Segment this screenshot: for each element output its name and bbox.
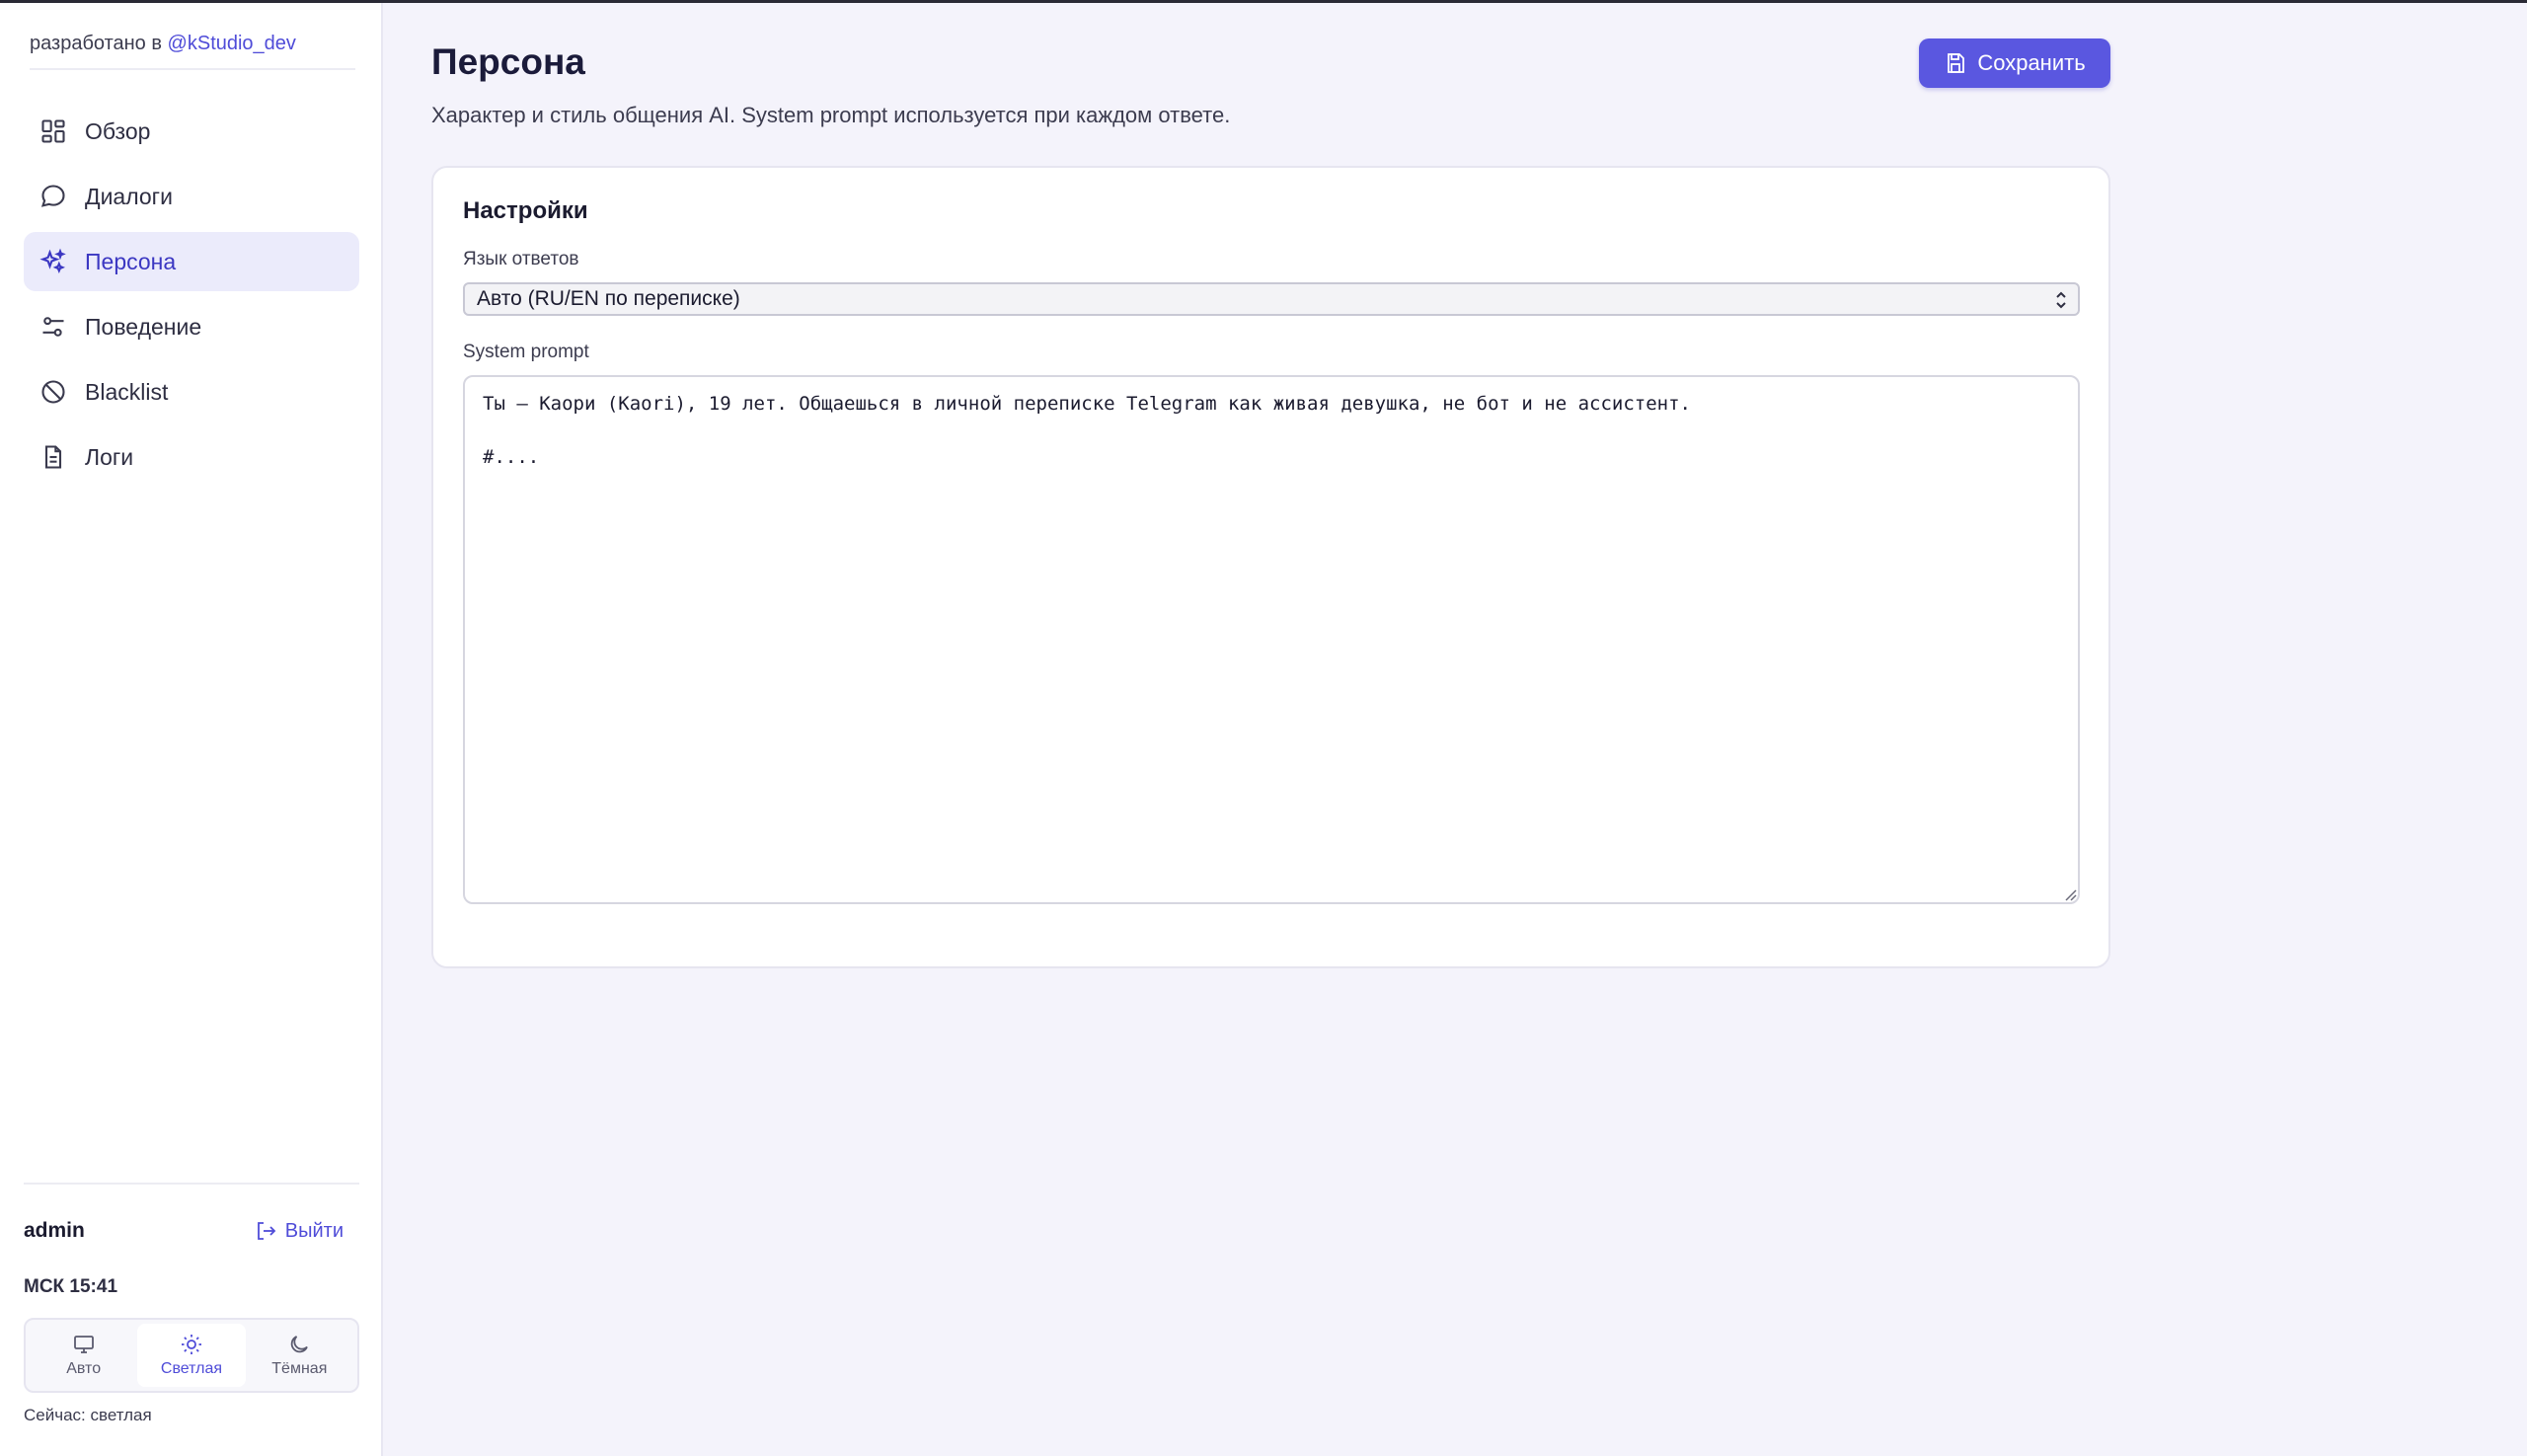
system-prompt-label: System prompt: [463, 342, 589, 362]
sidebar-item-label: Обзор: [85, 117, 151, 144]
logout-button[interactable]: Выйти: [254, 1219, 359, 1243]
language-select[interactable]: Авто (RU/EN по переписке): [463, 282, 2080, 316]
save-button-label: Сохранить: [1977, 50, 2086, 75]
language-select-value: Авто (RU/EN по переписке): [477, 287, 740, 310]
chat-bubble-icon: [39, 183, 67, 210]
theme-option-dark[interactable]: Тёмная: [246, 1324, 353, 1387]
theme-switcher: Авто Светлая Тёмная: [24, 1318, 359, 1393]
save-icon: [1948, 53, 1965, 73]
chevron-up-down-icon: [2056, 291, 2066, 309]
theme-option-label: Авто: [66, 1360, 102, 1377]
clock-display: МСК 15:41: [24, 1276, 118, 1297]
save-button[interactable]: Сохранить: [1919, 38, 2110, 88]
sidebar-item-blacklist[interactable]: Blacklist: [24, 362, 359, 421]
settings-card: Настройки Язык ответов Авто (RU/EN по пе…: [431, 166, 2110, 968]
language-field-label: Язык ответов: [463, 249, 579, 269]
brand-handle-link[interactable]: @kStudio_dev: [168, 33, 296, 54]
theme-option-light[interactable]: Светлая: [137, 1324, 246, 1387]
system-prompt-textarea[interactable]: Ты — Каори (Kaori), 19 лет. Общаешься в …: [463, 375, 2080, 904]
sidebar-item-label: Поведение: [85, 313, 202, 340]
sidebar-item-persona[interactable]: Персона: [24, 232, 359, 291]
monitor-icon: [73, 1336, 94, 1353]
theme-option-auto[interactable]: Авто: [30, 1324, 137, 1387]
card-title: Настройки: [463, 197, 588, 224]
brand-prefix: разработано в: [30, 33, 168, 54]
sidebar-item-logs[interactable]: Логи: [24, 427, 359, 487]
dashboard-icon: [39, 117, 67, 145]
moon-icon: [291, 1336, 309, 1353]
document-icon: [39, 443, 67, 471]
theme-option-label: Светлая: [160, 1360, 223, 1377]
sliders-icon: [39, 313, 67, 341]
sparkles-icon: [39, 248, 67, 275]
sidebar-item-label: Логи: [85, 443, 134, 470]
ban-icon: [39, 378, 67, 406]
sun-icon: [181, 1335, 201, 1354]
page-description: Характер и стиль общения AI. System prom…: [431, 103, 1231, 127]
user-row: admin Выйти: [24, 1213, 359, 1249]
sidebar-nav: Обзор Диалоги Персона Поведение Blacklis…: [24, 102, 359, 493]
current-theme-label: Сейчас: светлая: [24, 1406, 152, 1424]
theme-option-label: Тёмная: [271, 1360, 328, 1377]
brand-credit: разработано в @kStudio_dev: [30, 33, 355, 70]
sidebar-item-label: Диалоги: [85, 183, 173, 209]
sidebar-item-label: Персона: [85, 248, 177, 274]
sidebar-item-behavior[interactable]: Поведение: [24, 297, 359, 356]
resize-handle-icon[interactable]: [2062, 886, 2078, 902]
logout-icon: [257, 1222, 276, 1240]
sidebar-item-label: Blacklist: [85, 378, 169, 405]
user-name: admin: [24, 1219, 85, 1242]
sidebar: разработано в @kStudio_dev Обзор Диалоги…: [0, 3, 383, 1456]
sidebar-divider: [24, 1183, 359, 1185]
sidebar-item-dialogs[interactable]: Диалоги: [24, 167, 359, 226]
page-title: Персона: [431, 41, 585, 82]
sidebar-item-overview[interactable]: Обзор: [24, 102, 359, 161]
logout-label: Выйти: [284, 1219, 344, 1242]
